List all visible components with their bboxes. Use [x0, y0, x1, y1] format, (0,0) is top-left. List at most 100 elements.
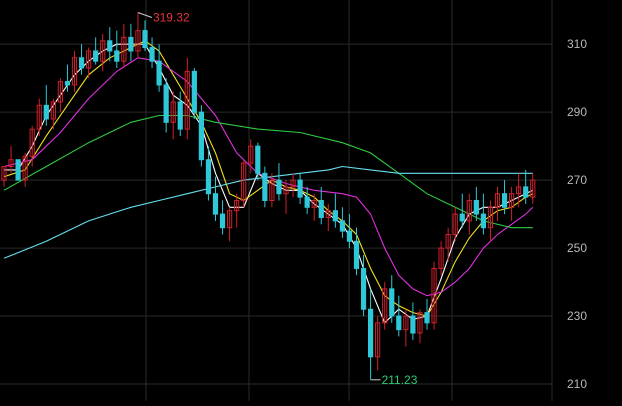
- candle: [516, 173, 522, 208]
- candle-body: [205, 159, 212, 195]
- candle: [353, 227, 360, 276]
- candle-body: [177, 101, 183, 130]
- candle-body: [114, 50, 120, 62]
- candle: [297, 173, 303, 204]
- y-tick-label: 250: [567, 241, 587, 255]
- candle-body: [459, 213, 465, 222]
- candle: [494, 186, 501, 221]
- moving-average-line-2: [3, 40, 534, 317]
- candle: [149, 37, 155, 68]
- max-value-label: 319.32: [153, 11, 190, 25]
- candle: [480, 193, 486, 235]
- candle-body: [346, 230, 353, 242]
- candle: [107, 27, 113, 62]
- candle: [530, 173, 536, 204]
- candle-body: [156, 60, 162, 86]
- candle: [431, 261, 437, 330]
- candle-body: [128, 36, 134, 52]
- candle: [283, 180, 289, 215]
- candle: [410, 302, 416, 340]
- candle: [156, 44, 162, 92]
- candle: [438, 241, 444, 276]
- candle: [15, 159, 21, 181]
- candle: [128, 23, 134, 62]
- candle-body: [501, 193, 508, 208]
- candle: [396, 295, 402, 337]
- candle: [71, 50, 78, 92]
- candle-body: [93, 50, 99, 62]
- candle-body: [332, 210, 338, 222]
- candle-body: [368, 308, 374, 358]
- candle: [304, 186, 310, 215]
- candle: [276, 163, 282, 201]
- candle-body: [163, 84, 169, 123]
- candle-body: [212, 193, 219, 215]
- y-tick-label: 230: [567, 309, 587, 323]
- candle: [466, 193, 472, 235]
- candle-body: [523, 186, 529, 198]
- candle: [191, 67, 197, 119]
- candle: [114, 30, 120, 68]
- y-tick-label: 270: [567, 173, 587, 187]
- candle: [473, 186, 479, 221]
- candle: [424, 299, 430, 330]
- candle: [346, 214, 353, 249]
- candle: [325, 203, 331, 232]
- candle-body: [318, 200, 324, 218]
- candle: [93, 37, 99, 65]
- candle-body: [43, 104, 49, 120]
- y-axis: 310 290 270 250 230 210: [567, 37, 587, 391]
- candle: [219, 200, 226, 235]
- candle-body: [339, 220, 345, 232]
- candle: [227, 207, 233, 242]
- candle-body: [410, 315, 416, 334]
- y-tick-label: 210: [567, 377, 587, 391]
- min-value-label: 211.23: [382, 373, 418, 387]
- max-arrow: [137, 12, 153, 18]
- candle-body: [396, 315, 402, 331]
- candle-body: [191, 70, 197, 113]
- candle: [332, 193, 338, 228]
- candlestick-chart: 310 290 270 250 230 210 319.32 211.23: [0, 0, 587, 401]
- candle-body: [389, 288, 395, 317]
- candle: [212, 176, 219, 221]
- candle-body: [255, 145, 261, 174]
- candle-body: [142, 30, 148, 49]
- candle: [184, 57, 190, 140]
- stock-chart: 310 290 270 250 230 210 319.32 211.23: [0, 0, 622, 401]
- candle: [368, 288, 374, 380]
- candle: [8, 146, 14, 174]
- candle: [36, 98, 42, 136]
- candle: [57, 78, 63, 113]
- candle: [241, 159, 247, 208]
- candle-body: [64, 81, 71, 86]
- candle: [389, 275, 395, 323]
- candle-body: [78, 57, 85, 69]
- candle: [234, 193, 240, 228]
- candle: [509, 186, 515, 221]
- candle: [163, 78, 169, 133]
- candle-body: [276, 179, 282, 195]
- candle: [262, 166, 268, 208]
- candle-body: [424, 312, 430, 324]
- candles: [1, 12, 536, 380]
- candle: [198, 105, 205, 167]
- candle-body: [304, 196, 310, 208]
- candle-body: [353, 240, 360, 269]
- candle: [375, 316, 381, 371]
- y-tick-label: 310: [567, 37, 587, 51]
- moving-average-lines: [3, 40, 534, 324]
- moving-average-line-1: [4, 43, 534, 324]
- candle-body: [149, 47, 155, 62]
- candle: [318, 186, 324, 225]
- candle: [445, 227, 451, 262]
- candle-body: [107, 40, 113, 52]
- candle-body: [480, 213, 486, 229]
- candle: [487, 200, 494, 242]
- candle-body: [360, 267, 367, 310]
- candle: [177, 91, 183, 136]
- candle-body: [297, 179, 303, 198]
- candle: [382, 282, 388, 330]
- moving-average-line-4: [3, 114, 533, 229]
- candle-body: [198, 111, 205, 161]
